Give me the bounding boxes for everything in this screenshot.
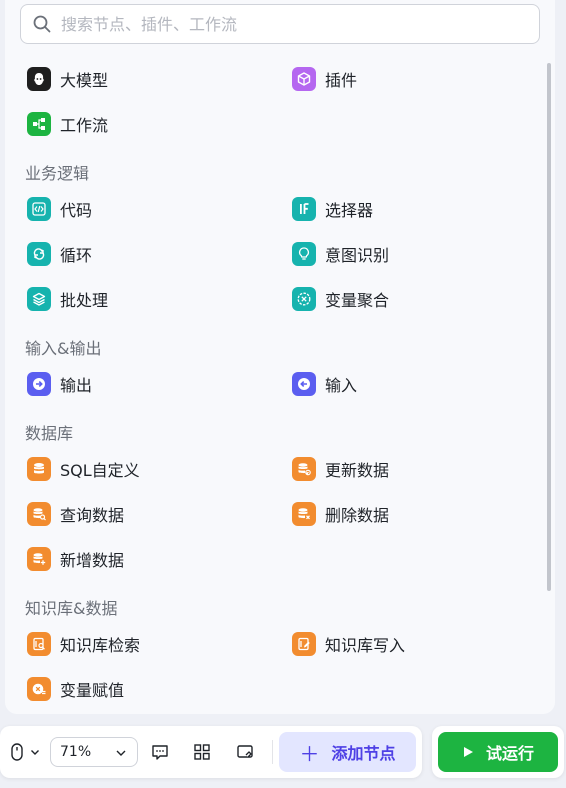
- zoom-select[interactable]: 71%: [50, 737, 138, 767]
- node-item-knowledge-write[interactable]: 知识库写入: [292, 626, 405, 662]
- node-item-label: 变量聚合: [325, 291, 390, 310]
- node-item-label: 删除数据: [325, 506, 390, 525]
- test-run-label: 试运行: [485, 744, 534, 763]
- loop-icon: [27, 242, 51, 266]
- mouse-icon: [11, 743, 23, 761]
- node-item-knowledge-search[interactable]: 知识库检索: [27, 626, 140, 662]
- search-box[interactable]: [20, 4, 540, 44]
- node-item-label: 选择器: [325, 201, 374, 220]
- code-icon: [27, 197, 51, 221]
- database-update-icon: [292, 457, 316, 481]
- node-item-label: 输出: [60, 376, 93, 395]
- section-title-business-logic: 业务逻辑: [25, 164, 90, 183]
- section-title-database: 数据库: [25, 424, 74, 443]
- node-item-code[interactable]: 代码: [27, 191, 92, 227]
- node-item-label: 知识库写入: [325, 636, 406, 655]
- database-search-icon: [27, 502, 51, 526]
- add-node-label: 添加节点: [331, 744, 396, 763]
- node-item-label: 知识库检索: [60, 636, 141, 655]
- layout-button[interactable]: [190, 740, 214, 764]
- intent-bulb-icon: [292, 242, 316, 266]
- node-item-label: 查询数据: [60, 506, 125, 525]
- run-button-container: 试运行: [432, 726, 564, 778]
- canvas-toolbar: 71% ＋ 添加节点: [0, 726, 422, 778]
- node-picker-panel: 大模型 插件 工作流 业务逻辑 代码 选择器: [5, 0, 555, 714]
- workflow-icon: [27, 112, 51, 136]
- node-item-label: 代码: [60, 201, 93, 220]
- minimap-icon: [237, 745, 253, 758]
- interaction-mode-button[interactable]: [6, 740, 46, 764]
- node-item-loop[interactable]: 循环: [27, 236, 92, 272]
- database-delete-icon: [292, 502, 316, 526]
- search-icon: [33, 15, 51, 33]
- node-item-label: 意图识别: [325, 246, 390, 265]
- plugin-cube-icon: [292, 67, 316, 91]
- node-item-label: 新增数据: [60, 551, 125, 570]
- node-item-add-data[interactable]: 新增数据: [27, 541, 124, 577]
- node-item-label: 大模型: [60, 71, 109, 90]
- chevron-down-icon: [31, 750, 39, 755]
- variable-assign-icon: [27, 677, 51, 701]
- node-item-query-data[interactable]: 查询数据: [27, 496, 124, 532]
- node-item-workflow[interactable]: 工作流: [27, 106, 108, 142]
- node-item-input[interactable]: 输入: [292, 366, 357, 402]
- node-item-plugin[interactable]: 插件: [292, 61, 357, 97]
- database-add-icon: [27, 547, 51, 571]
- knowledge-search-icon: [27, 632, 51, 656]
- output-arrow-icon: [27, 372, 51, 396]
- node-item-batch[interactable]: 批处理: [27, 281, 108, 317]
- plus-icon: ＋: [299, 741, 320, 766]
- batch-layers-icon: [27, 287, 51, 311]
- chevron-down-icon: [116, 750, 126, 756]
- node-item-variable-assign[interactable]: 变量赋值: [27, 671, 124, 707]
- node-item-selector[interactable]: 选择器: [292, 191, 373, 227]
- test-run-button[interactable]: 试运行: [438, 732, 558, 772]
- play-icon: [463, 747, 473, 757]
- node-item-sql-custom[interactable]: SQL自定义: [27, 451, 140, 487]
- node-item-label: 更新数据: [325, 461, 390, 480]
- knowledge-write-icon: [292, 632, 316, 656]
- input-arrow-icon: [292, 372, 316, 396]
- variable-merge-icon: [292, 287, 316, 311]
- node-item-label: 工作流: [60, 116, 109, 135]
- layout-grid-icon: [194, 744, 210, 760]
- node-item-label: 循环: [60, 246, 93, 265]
- node-item-llm[interactable]: 大模型: [27, 61, 108, 97]
- node-item-label: 变量赋值: [60, 681, 125, 700]
- comment-button[interactable]: [148, 740, 172, 764]
- node-item-label: 批处理: [60, 291, 109, 310]
- comment-icon: [152, 745, 168, 760]
- section-title-knowledge: 知识库&数据: [25, 599, 118, 618]
- scrollbar-thumb[interactable]: [547, 63, 551, 591]
- zoom-value: 71%: [60, 744, 92, 760]
- minimap-button[interactable]: [233, 740, 257, 764]
- node-item-label: 插件: [325, 71, 358, 90]
- section-title-io: 输入&输出: [25, 339, 102, 358]
- node-item-label: 输入: [325, 376, 358, 395]
- node-item-label: SQL自定义: [60, 461, 140, 480]
- add-node-button[interactable]: ＋ 添加节点: [279, 732, 416, 772]
- llm-icon: [27, 67, 51, 91]
- toolbar-divider: [272, 740, 273, 764]
- node-item-update-data[interactable]: 更新数据: [292, 451, 389, 487]
- node-item-variable-merge[interactable]: 变量聚合: [292, 281, 389, 317]
- search-input[interactable]: [61, 14, 501, 34]
- node-item-output[interactable]: 输出: [27, 366, 92, 402]
- node-item-delete-data[interactable]: 删除数据: [292, 496, 389, 532]
- if-selector-icon: [292, 197, 316, 221]
- database-icon: [27, 457, 51, 481]
- node-item-intent[interactable]: 意图识别: [292, 236, 389, 272]
